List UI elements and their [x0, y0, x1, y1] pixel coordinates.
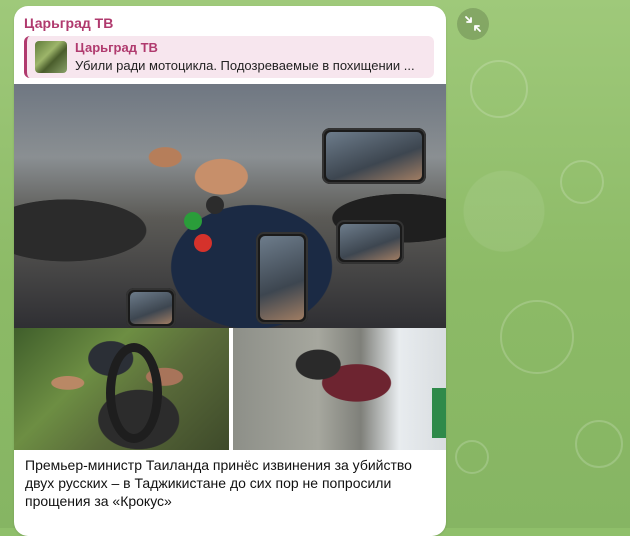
wallpaper-doodle — [470, 60, 528, 118]
photo-suspects[interactable] — [14, 328, 229, 450]
phone-graphic — [336, 220, 404, 264]
reply-thumbnail — [35, 41, 67, 73]
tire-graphic — [106, 343, 162, 443]
phone-graphic — [256, 232, 308, 324]
phone-graphic — [322, 128, 426, 184]
reply-title: Царьград ТВ — [75, 40, 158, 55]
collapse-arrows-icon — [465, 16, 481, 32]
wallpaper-doodle — [560, 160, 604, 204]
phone-graphic — [126, 288, 176, 328]
microphone-graphic — [206, 196, 224, 214]
collapse-button[interactable] — [457, 8, 489, 40]
reply-text: Убили ради мотоцикла. Подозреваемые в по… — [75, 58, 415, 73]
wallpaper-doodle — [575, 420, 623, 468]
microphone-graphic — [194, 234, 212, 252]
photo-press-conference[interactable] — [14, 84, 446, 328]
message-caption: Премьер-министр Таиланда принёс извинени… — [25, 457, 412, 509]
photo-street[interactable] — [233, 328, 446, 450]
car-stripe — [432, 388, 446, 438]
wallpaper-doodle — [500, 300, 574, 374]
message-bubble[interactable]: Царьград ТВ Царьград ТВ Убили ради мотоц… — [14, 6, 446, 536]
wallpaper-doodle — [455, 440, 489, 474]
microphone-graphic — [184, 212, 202, 230]
reply-preview[interactable]: Царьград ТВ Убили ради мотоцикла. Подозр… — [24, 36, 434, 78]
channel-name[interactable]: Царьград ТВ — [24, 15, 113, 31]
